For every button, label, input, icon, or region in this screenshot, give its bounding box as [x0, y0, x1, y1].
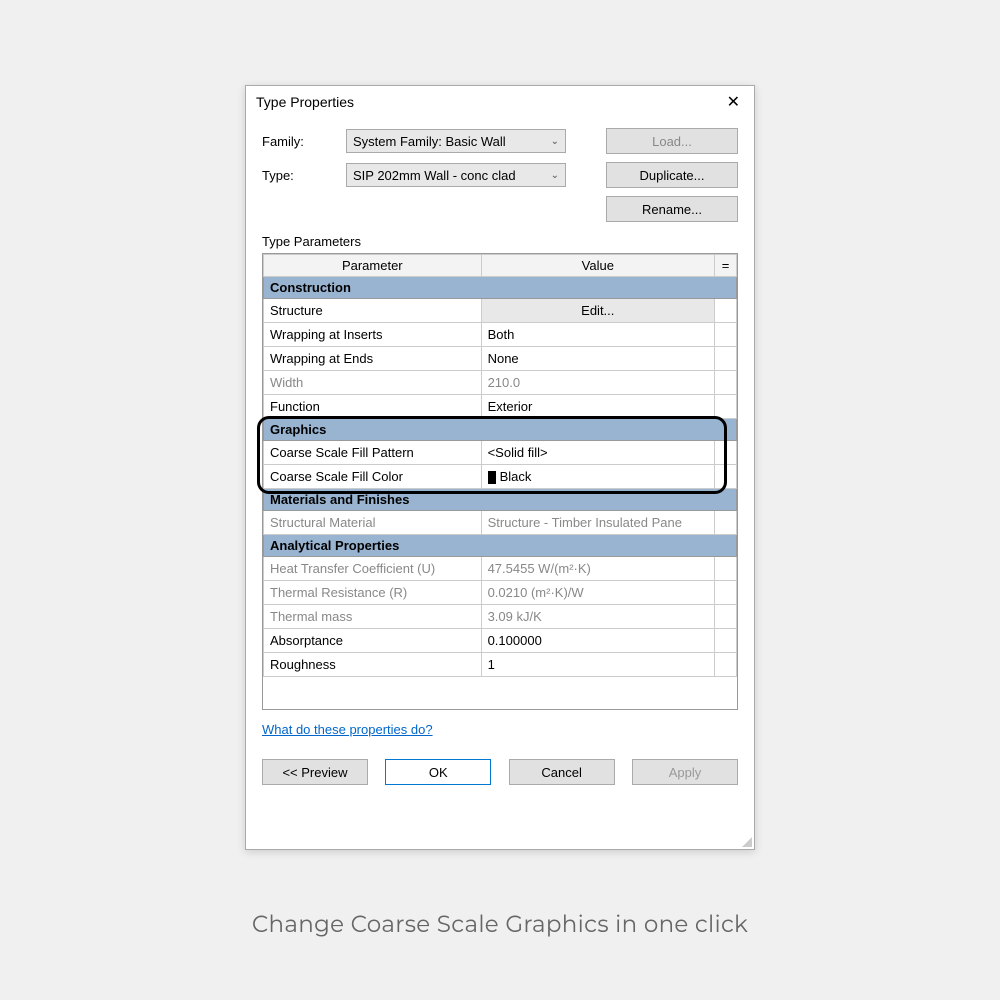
param-cell: Roughness — [264, 653, 482, 677]
type-value: SIP 202mm Wall - conc clad — [353, 168, 516, 183]
value-cell[interactable]: 47.5455 W/(m²·K) — [481, 557, 714, 581]
group-header[interactable]: Construction — [264, 277, 737, 299]
resize-grip-icon[interactable] — [740, 835, 752, 847]
type-parameters-label: Type Parameters — [262, 234, 738, 249]
equals-cell — [715, 395, 737, 419]
table-row: Structural MaterialStructure - Timber In… — [264, 511, 737, 535]
table-row: Coarse Scale Fill ColorBlack — [264, 465, 737, 489]
value-cell[interactable]: 210.0 — [481, 371, 714, 395]
type-label: Type: — [262, 168, 346, 183]
dialog-title: Type Properties — [256, 94, 354, 110]
value-cell[interactable]: Structure - Timber Insulated Pane — [481, 511, 714, 535]
color-swatch-icon — [488, 471, 496, 484]
value-cell[interactable]: 3.09 kJ/K — [481, 605, 714, 629]
group-header[interactable]: Analytical Properties — [264, 535, 737, 557]
table-row: StructureEdit... — [264, 299, 737, 323]
equals-cell — [715, 511, 737, 535]
table-row: Wrapping at InsertsBoth — [264, 323, 737, 347]
help-link[interactable]: What do these properties do? — [262, 722, 433, 737]
type-select[interactable]: SIP 202mm Wall - conc clad ⌄ — [346, 163, 566, 187]
col-equals: = — [715, 255, 737, 277]
value-cell[interactable]: 0.0210 (m²·K)/W — [481, 581, 714, 605]
parameters-table-container: Parameter Value = ConstructionStructureE… — [262, 253, 738, 710]
equals-cell — [715, 323, 737, 347]
equals-cell — [715, 371, 737, 395]
family-label: Family: — [262, 134, 346, 149]
table-row: Roughness1 — [264, 653, 737, 677]
equals-cell — [715, 557, 737, 581]
value-cell[interactable]: Exterior — [481, 395, 714, 419]
param-cell: Structural Material — [264, 511, 482, 535]
family-select[interactable]: System Family: Basic Wall ⌄ — [346, 129, 566, 153]
param-cell: Coarse Scale Fill Pattern — [264, 441, 482, 465]
table-row: Coarse Scale Fill Pattern<Solid fill> — [264, 441, 737, 465]
param-cell: Structure — [264, 299, 482, 323]
cancel-button[interactable]: Cancel — [509, 759, 615, 785]
equals-cell — [715, 581, 737, 605]
group-header[interactable]: Materials and Finishes — [264, 489, 737, 511]
param-cell: Function — [264, 395, 482, 419]
chevron-down-icon: ⌄ — [551, 136, 559, 147]
titlebar: Type Properties ✕ — [246, 86, 754, 118]
col-value: Value — [481, 255, 714, 277]
param-cell: Width — [264, 371, 482, 395]
equals-cell — [715, 465, 737, 489]
param-cell: Heat Transfer Coefficient (U) — [264, 557, 482, 581]
equals-cell — [715, 299, 737, 323]
table-row: Heat Transfer Coefficient (U)47.5455 W/(… — [264, 557, 737, 581]
param-cell: Wrapping at Inserts — [264, 323, 482, 347]
close-icon[interactable]: ✕ — [723, 92, 744, 112]
table-row: Wrapping at EndsNone — [264, 347, 737, 371]
value-cell[interactable]: 0.100000 — [481, 629, 714, 653]
param-cell: Thermal mass — [264, 605, 482, 629]
rename-button[interactable]: Rename... — [606, 196, 738, 222]
value-cell[interactable]: Both — [481, 323, 714, 347]
table-row: Absorptance0.100000 — [264, 629, 737, 653]
chevron-down-icon: ⌄ — [551, 170, 559, 181]
value-cell[interactable]: None — [481, 347, 714, 371]
value-cell[interactable]: Black — [481, 465, 714, 489]
param-cell: Absorptance — [264, 629, 482, 653]
parameters-table: Parameter Value = ConstructionStructureE… — [263, 254, 737, 677]
table-row: Thermal mass3.09 kJ/K — [264, 605, 737, 629]
param-cell: Thermal Resistance (R) — [264, 581, 482, 605]
param-cell: Coarse Scale Fill Color — [264, 465, 482, 489]
equals-cell — [715, 441, 737, 465]
load-button[interactable]: Load... — [606, 128, 738, 154]
value-cell[interactable]: <Solid fill> — [481, 441, 714, 465]
equals-cell — [715, 653, 737, 677]
caption-text: Change Coarse Scale Graphics in one clic… — [0, 910, 1000, 938]
apply-button[interactable]: Apply — [632, 759, 738, 785]
table-row: FunctionExterior — [264, 395, 737, 419]
value-cell[interactable]: 1 — [481, 653, 714, 677]
equals-cell — [715, 629, 737, 653]
preview-button[interactable]: << Preview — [262, 759, 368, 785]
value-cell[interactable]: Edit... — [481, 299, 714, 323]
table-row: Width210.0 — [264, 371, 737, 395]
equals-cell — [715, 605, 737, 629]
table-row: Thermal Resistance (R)0.0210 (m²·K)/W — [264, 581, 737, 605]
duplicate-button[interactable]: Duplicate... — [606, 162, 738, 188]
group-header[interactable]: Graphics — [264, 419, 737, 441]
param-cell: Wrapping at Ends — [264, 347, 482, 371]
equals-cell — [715, 347, 737, 371]
parameters-scroll[interactable]: Parameter Value = ConstructionStructureE… — [263, 254, 737, 709]
col-parameter: Parameter — [264, 255, 482, 277]
type-properties-dialog: Type Properties ✕ Family: System Family:… — [245, 85, 755, 850]
family-value: System Family: Basic Wall — [353, 134, 506, 149]
ok-button[interactable]: OK — [385, 759, 491, 785]
